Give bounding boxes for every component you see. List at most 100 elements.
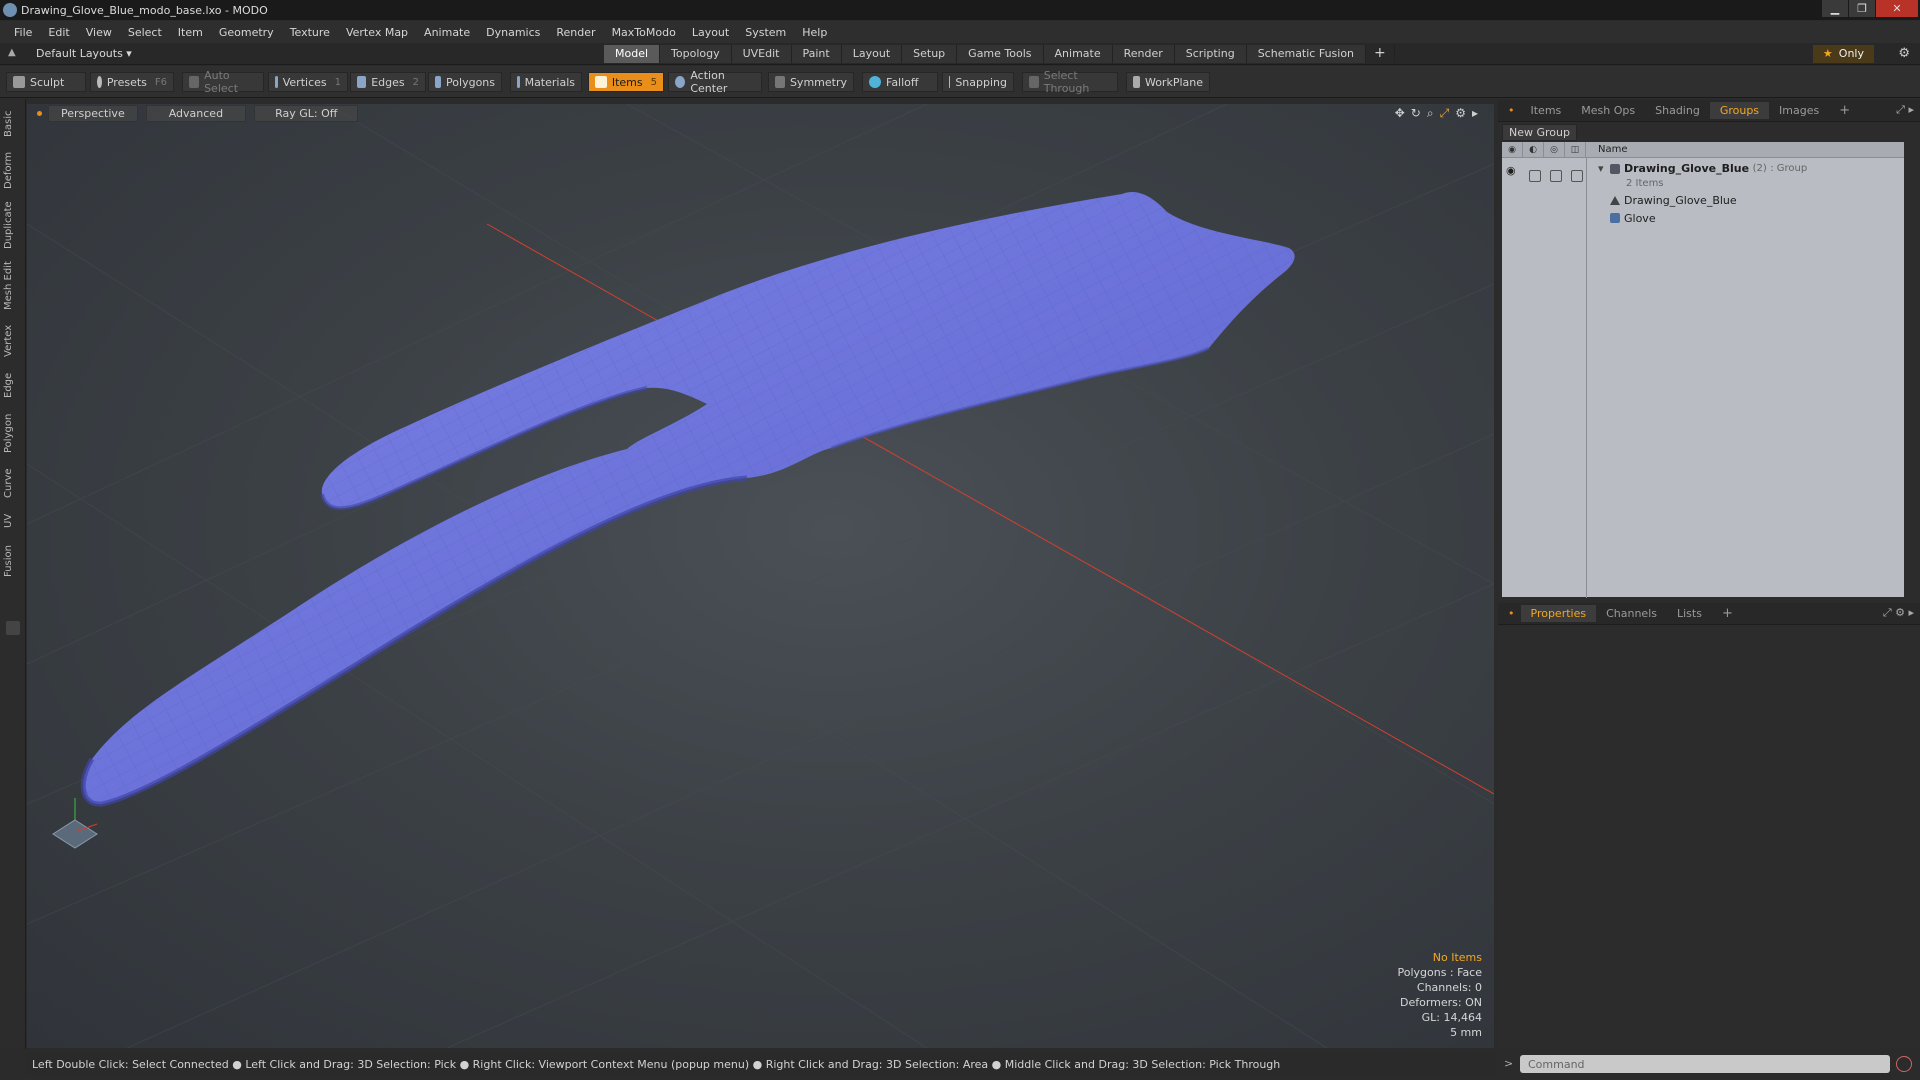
tab-game-tools[interactable]: Game Tools (957, 45, 1044, 63)
tree-row-mesh[interactable]: Drawing_Glove_Blue (1502, 192, 1904, 208)
menu-item[interactable]: Item (170, 26, 211, 39)
pan-icon[interactable]: ✥ (1395, 106, 1405, 121)
vtab-edge[interactable]: Edge (3, 369, 23, 401)
falloff-button[interactable]: Falloff (862, 72, 938, 92)
perspective-menu[interactable]: Perspective (48, 104, 138, 122)
viewport-settings-icon[interactable]: ⚙ (1455, 106, 1466, 121)
menu-geometry[interactable]: Geometry (211, 26, 282, 39)
tab-channels[interactable]: Channels (1596, 605, 1667, 622)
vertices-button[interactable]: Vertices 1 (268, 72, 348, 92)
menu-render[interactable]: Render (548, 26, 603, 39)
panel-expand-icon[interactable]: ⤢ ⚙ ▸ (1883, 606, 1914, 620)
tab-groups[interactable]: Groups (1709, 102, 1770, 119)
group-render-toggle[interactable] (1529, 170, 1541, 182)
raygl-menu[interactable]: Ray GL: Off (254, 104, 359, 122)
command-history-icon[interactable] (1896, 1056, 1912, 1072)
menu-vertex-map[interactable]: Vertex Map (338, 26, 416, 39)
menu-animate[interactable]: Animate (416, 26, 478, 39)
vtab-basic[interactable]: Basic (3, 107, 23, 141)
palette-toggle-icon[interactable] (6, 621, 20, 635)
group-visible-eye-icon[interactable]: ◉ (1506, 164, 1516, 177)
new-group-button[interactable]: New Group (1502, 124, 1577, 141)
menu-file[interactable]: File (6, 26, 40, 39)
tab-properties[interactable]: Properties (1520, 605, 1597, 622)
tab-render[interactable]: Render (1112, 45, 1175, 63)
vtab-polygon[interactable]: Polygon (3, 409, 23, 457)
add-panel-tab-button[interactable]: + (1712, 604, 1743, 623)
menu-system[interactable]: System (737, 26, 794, 39)
panel-menu-dot-icon[interactable]: • (1508, 104, 1515, 117)
menu-select[interactable]: Select (120, 26, 170, 39)
tree-row-glove[interactable]: Glove (1502, 210, 1904, 226)
materials-button[interactable]: Materials (510, 72, 582, 92)
edges-button[interactable]: Edges 2 (350, 72, 426, 92)
restore-icon[interactable]: ❐ (1849, 0, 1875, 17)
tab-images[interactable]: Images (1769, 102, 1829, 119)
gear-icon[interactable]: ⚙ (1898, 46, 1910, 61)
vtab-uv[interactable]: UV (3, 509, 23, 533)
maximize-icon[interactable]: ⤢ (1440, 106, 1450, 121)
collapse-arrow-icon[interactable]: ▾ (1598, 162, 1604, 175)
vtab-deform[interactable]: Deform (3, 149, 23, 191)
menu-layout[interactable]: Layout (684, 26, 737, 39)
add-panel-tab-button[interactable]: + (1829, 101, 1860, 120)
symmetry-button[interactable]: Symmetry (768, 72, 854, 92)
viewport-expand-arrow-icon[interactable]: ▸ (1472, 106, 1478, 121)
menu-dynamics[interactable]: Dynamics (478, 26, 548, 39)
minimize-icon[interactable]: ▁ (1822, 0, 1848, 17)
panel-menu-dot-icon[interactable]: • (1508, 607, 1515, 620)
layouts-collapse-icon[interactable]: ▲ (8, 47, 20, 59)
menu-edit[interactable]: Edit (40, 26, 77, 39)
3d-viewport[interactable]: Perspective Advanced Ray GL: Off ✥ ↻ ⌕ ⤢… (27, 104, 1494, 1048)
tab-lists[interactable]: Lists (1667, 605, 1712, 622)
auto-select-button[interactable]: Auto Select (182, 69, 264, 95)
select-column-icon[interactable]: ◫ (1565, 142, 1586, 157)
tab-scripting[interactable]: Scripting (1174, 45, 1247, 63)
default-layouts-menu[interactable]: Default Layouts ▾ (36, 47, 132, 60)
menu-texture[interactable]: Texture (282, 26, 338, 39)
group-lock-toggle[interactable] (1550, 170, 1562, 182)
lock-column-icon[interactable]: ◎ (1544, 142, 1565, 157)
sculpt-button[interactable]: Sculpt (6, 72, 86, 92)
workplane-button[interactable]: WorkPlane (1126, 72, 1210, 92)
action-center-button[interactable]: Action Center (668, 69, 762, 95)
tab-animate[interactable]: Animate (1043, 45, 1113, 63)
tab-topology[interactable]: Topology (660, 45, 732, 63)
tab-paint[interactable]: Paint (791, 45, 842, 63)
tab-mesh-ops[interactable]: Mesh Ops (1571, 102, 1645, 119)
polygons-button[interactable]: Polygons (428, 72, 502, 92)
items-button[interactable]: Items 5 (588, 72, 664, 92)
menu-help[interactable]: Help (794, 26, 835, 39)
tree-row-group[interactable]: ◉ ▾ Drawing_Glove_Blue (2) : Group 2 Ite… (1502, 160, 1904, 190)
vtab-vertex[interactable]: Vertex (3, 321, 23, 361)
vtab-duplicate[interactable]: Duplicate (3, 199, 23, 251)
tab-layout[interactable]: Layout (841, 45, 903, 63)
add-layout-tab-button[interactable]: + (1366, 45, 1395, 63)
tab-schematic-fusion[interactable]: Schematic Fusion (1246, 45, 1367, 63)
advanced-menu[interactable]: Advanced (145, 104, 247, 122)
tab-setup[interactable]: Setup (902, 45, 958, 63)
snapping-button[interactable]: Snapping (942, 72, 1014, 92)
vtab-fusion[interactable]: Fusion (3, 541, 23, 581)
zoom-icon[interactable]: ⌕ (1427, 106, 1434, 121)
viewport-menu-dot-icon[interactable] (37, 110, 42, 116)
vtab-mesh-edit[interactable]: Mesh Edit (3, 259, 23, 313)
close-icon[interactable]: ✕ (1876, 0, 1918, 17)
only-button[interactable]: ★ Only (1812, 45, 1874, 63)
tab-shading[interactable]: Shading (1645, 102, 1710, 119)
menu-view[interactable]: View (78, 26, 120, 39)
select-through-button[interactable]: Select Through (1022, 69, 1118, 95)
rotate-icon[interactable]: ↻ (1411, 106, 1421, 121)
menu-maxtomodo[interactable]: MaxToModo (604, 26, 684, 39)
tab-uvedit[interactable]: UVEdit (731, 45, 792, 63)
tab-model[interactable]: Model (604, 45, 661, 63)
panel-expand-icon[interactable]: ⤢ ▸ (1896, 103, 1914, 117)
glove-mesh[interactable] (27, 104, 1494, 1048)
render-column-icon[interactable]: ◐ (1523, 142, 1544, 157)
visibility-column-icon[interactable]: ◉ (1502, 142, 1523, 157)
presets-button[interactable]: Presets F6 (90, 72, 174, 92)
tab-items[interactable]: Items (1521, 102, 1572, 119)
vtab-curve[interactable]: Curve (3, 465, 23, 501)
group-select-toggle[interactable] (1571, 170, 1583, 182)
command-input[interactable]: Command (1520, 1055, 1890, 1073)
